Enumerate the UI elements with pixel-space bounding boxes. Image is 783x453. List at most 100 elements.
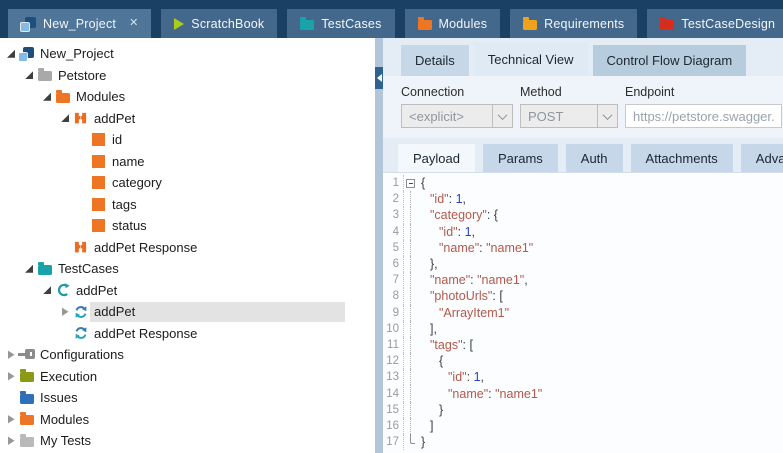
expander-icon[interactable] [4, 50, 18, 58]
method-value: POST [521, 109, 597, 124]
line-number: 3 [383, 207, 404, 223]
tree-item-execution[interactable]: Execution [0, 366, 375, 388]
expander-icon[interactable] [40, 286, 54, 294]
connection-select[interactable]: <explicit> [401, 104, 513, 128]
tree-item-modules[interactable]: Modules [0, 86, 375, 108]
tree-item-addpet[interactable]: addPet [0, 301, 375, 323]
expander-icon[interactable] [22, 71, 36, 79]
expander-icon[interactable] [4, 372, 18, 381]
tab-modules[interactable]: Modules [405, 9, 501, 38]
tree-item-id[interactable]: id [0, 129, 375, 151]
tree-item-configurations[interactable]: Configurations [0, 344, 375, 366]
expander-icon[interactable] [4, 415, 18, 424]
line-number: 1 [383, 175, 404, 191]
code-text: "name": "name1" [418, 241, 533, 255]
teststep-icon [74, 326, 88, 340]
tree-item-label: name [112, 154, 145, 169]
tree-item-petstore[interactable]: Petstore [0, 65, 375, 87]
tree-item-new-project[interactable]: New_Project [0, 43, 375, 65]
line-number: 14 [383, 385, 404, 401]
tree-item-addpet-response[interactable]: addPet Response [0, 237, 375, 259]
expander-icon[interactable] [4, 350, 18, 359]
project-icon [19, 47, 34, 61]
tab-label: TestCases [321, 17, 381, 31]
endpoint-label: Endpoint [625, 85, 782, 99]
fold-margin [404, 175, 418, 191]
tab-requirements[interactable]: Requirements [510, 9, 637, 38]
code-text: }, [418, 257, 438, 271]
editor-line: 13"id": 1, [383, 369, 783, 385]
tab-payload[interactable]: Payload [398, 144, 475, 172]
module-icon [74, 241, 87, 254]
payload-editor[interactable]: 1{2"id": 1,3"category": {4"id": 1,5"name… [383, 172, 783, 453]
line-number: 7 [383, 272, 404, 288]
tree-item-modules[interactable]: Modules [0, 409, 375, 431]
connection-value: <explicit> [402, 109, 492, 124]
tab-technical-view[interactable]: Technical View [474, 42, 588, 76]
fold-toggle-icon[interactable] [406, 179, 415, 188]
tree-item-tags[interactable]: tags [0, 194, 375, 216]
tree-item-status[interactable]: status [0, 215, 375, 237]
method-select[interactable]: POST [520, 104, 618, 128]
fold-guide [404, 385, 418, 401]
tree-item-issues[interactable]: Issues [0, 387, 375, 409]
tab-testcases[interactable]: TestCases [287, 9, 394, 38]
field-icon [92, 133, 105, 146]
code-text: } [418, 403, 443, 417]
tab-scratchbook[interactable]: ScratchBook [161, 9, 277, 38]
editor-line: 8"photoUrls": [ [383, 288, 783, 304]
folder-icon [418, 20, 432, 30]
code-text: "ArrayItem1" [418, 306, 509, 320]
line-number: 15 [383, 402, 404, 418]
collapse-panel-button[interactable] [375, 67, 383, 89]
code-text: { [418, 354, 443, 368]
tab-details[interactable]: Details [401, 45, 469, 76]
panel-splitter[interactable] [375, 38, 383, 453]
close-icon[interactable]: ✕ [129, 18, 138, 29]
expander-icon[interactable] [58, 307, 72, 316]
fold-guide [404, 240, 418, 256]
code-text: "id": 1, [418, 370, 484, 384]
endpoint-input[interactable] [625, 104, 782, 128]
tab-advanced[interactable]: Advanced [741, 144, 783, 172]
tree-item-addpet[interactable]: addPet [0, 280, 375, 302]
tree-item-label: status [112, 218, 147, 233]
tree-item-name[interactable]: name [0, 151, 375, 173]
fold-guide [404, 207, 418, 223]
tab-new-project[interactable]: New_Project ✕ [8, 9, 151, 38]
tree-item-category[interactable]: category [0, 172, 375, 194]
tab-auth[interactable]: Auth [566, 144, 623, 172]
fold-guide [404, 305, 418, 321]
tree-item-testcases[interactable]: TestCases [0, 258, 375, 280]
fold-guide [404, 434, 418, 450]
code-text: "tags": [ [418, 338, 473, 352]
tree-item-addpet-response[interactable]: addPet Response [0, 323, 375, 345]
expander-icon[interactable] [4, 436, 18, 445]
tree-item-label: Issues [40, 390, 78, 405]
tree-item-label: New_Project [40, 46, 114, 61]
code-text: "id": 1, [418, 192, 466, 206]
tree-item-label: addPet Response [94, 240, 197, 255]
field-icon [92, 198, 105, 211]
main-area: New_ProjectPetstoreModulesaddPetidnameca… [0, 38, 783, 453]
field-icon [92, 155, 105, 168]
tab-params[interactable]: Params [483, 144, 558, 172]
tree-item-my-tests[interactable]: My Tests [0, 430, 375, 452]
tree-item-label: tags [112, 197, 137, 212]
code-text: "category": { [418, 208, 498, 222]
line-number: 10 [383, 321, 404, 337]
dropdown-chevron-icon [492, 105, 512, 127]
dropdown-chevron-icon [597, 105, 617, 127]
tab-attachments[interactable]: Attachments [631, 144, 733, 172]
tree-item-addpet[interactable]: addPet [0, 108, 375, 130]
detail-tab-bar: DetailsTechnical ViewControl Flow Diagra… [383, 38, 783, 76]
folder-icon [38, 71, 52, 81]
tab-control-flow-diagram[interactable]: Control Flow Diagram [593, 45, 747, 76]
tab-label: New_Project [43, 17, 116, 31]
request-bar: Connection <explicit> Method POST Endpoi… [383, 76, 783, 138]
tab-testcasedesign[interactable]: TestCaseDesign [647, 9, 783, 38]
collapse-left-icon [377, 74, 382, 82]
expander-icon[interactable] [22, 265, 36, 273]
expander-icon[interactable] [40, 93, 54, 101]
expander-icon[interactable] [58, 114, 72, 122]
